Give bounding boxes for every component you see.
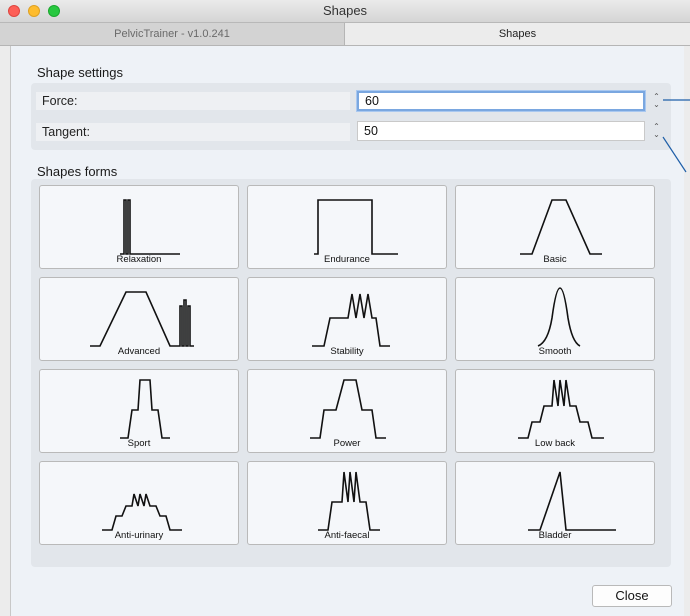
connector-lines bbox=[662, 99, 690, 173]
tangent-connector-line bbox=[662, 136, 687, 173]
